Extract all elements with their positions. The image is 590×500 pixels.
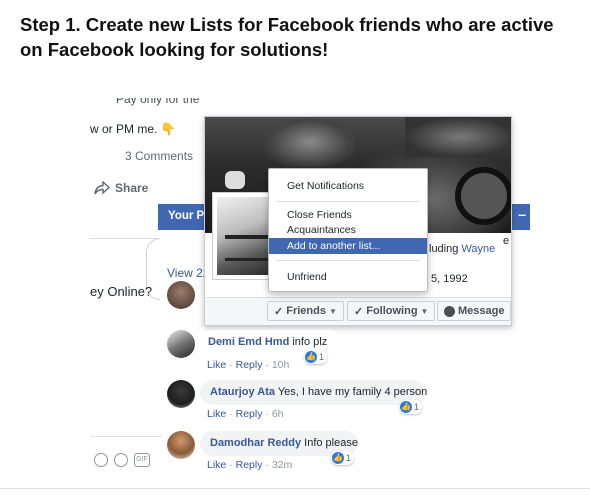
friends-dropdown-menu: Get Notifications Close Friends Acquaint… xyxy=(268,168,428,292)
comment-text: Yes, I have my family 4 person xyxy=(277,386,428,398)
thumbs-up-icon: 👍 xyxy=(400,401,412,413)
menu-divider xyxy=(275,260,421,261)
composer-icons: GIF xyxy=(94,453,150,467)
caret-down-icon: ▼ xyxy=(420,306,429,316)
reaction-count[interactable]: 👍 1 xyxy=(304,350,328,364)
post-text-pm: w or PM me. 👇 xyxy=(90,122,176,136)
hovercard-partial-text: luding xyxy=(429,243,459,255)
share-button[interactable]: Share xyxy=(94,181,148,195)
comments-count-link[interactable]: 3 Comments xyxy=(125,149,193,163)
facebook-screenshot: Pay only for the w or PM me. 👇 3 Comment… xyxy=(90,98,530,485)
separator-dot: · xyxy=(226,359,236,371)
cover-scooter-wheel xyxy=(455,167,511,225)
hovercard-mutual-link[interactable]: Wayne xyxy=(461,243,495,255)
like-link[interactable]: Like xyxy=(207,408,226,420)
message-button-label: Message xyxy=(458,305,505,317)
menu-item-close-friends[interactable]: Close Friends xyxy=(269,207,427,223)
thumbs-up-icon: 👍 xyxy=(305,351,317,363)
comment-text: Info please xyxy=(304,437,358,449)
minimize-button[interactable]: – xyxy=(518,206,526,222)
checkmark-icon: ✓ xyxy=(354,305,364,318)
thumbs-up-icon: 👍 xyxy=(332,452,344,464)
separator-dot: · xyxy=(226,459,236,471)
camera-icon[interactable] xyxy=(114,453,128,467)
reply-link[interactable]: Reply xyxy=(236,359,263,371)
friends-button[interactable]: ✓ Friends ▼ xyxy=(267,301,344,321)
commenter-name[interactable]: Demi Emd Hmd xyxy=(208,336,289,348)
post-pm-text: w or PM me. xyxy=(90,122,158,136)
reply-link[interactable]: Reply xyxy=(236,408,263,420)
commenter-name[interactable]: Damodhar Reddy xyxy=(210,437,301,449)
comment-timestamp[interactable]: 32m xyxy=(272,459,292,471)
comment-actions: Like · Reply · 6h xyxy=(207,408,284,420)
pointing-hand-icon: 👇 xyxy=(160,122,176,136)
hovercard-edge-text: e xyxy=(503,235,510,247)
gif-icon[interactable]: GIF xyxy=(134,453,150,467)
comment-actions: Like · Reply · 10h xyxy=(207,359,289,371)
comment-timestamp[interactable]: 10h xyxy=(272,359,290,371)
comment-text: info plz xyxy=(292,336,328,348)
comment-timestamp[interactable]: 6h xyxy=(272,408,284,420)
separator-dot: · xyxy=(262,359,272,371)
reply-link[interactable]: Reply xyxy=(236,459,263,471)
hovercard-mutual-text: luding Wayne xyxy=(429,243,495,255)
friends-button-label: Friends xyxy=(286,305,326,317)
reaction-count[interactable]: 👍 1 xyxy=(399,400,423,414)
divider xyxy=(90,436,162,437)
avatar[interactable] xyxy=(167,431,195,459)
menu-divider xyxy=(275,201,421,202)
separator-dot: · xyxy=(262,408,272,420)
emoji-icon[interactable] xyxy=(94,453,108,467)
divider xyxy=(0,488,590,489)
caret-down-icon: ▼ xyxy=(328,306,337,316)
message-button[interactable]: Message xyxy=(437,301,512,321)
following-button-label: Following xyxy=(366,305,418,317)
comment-actions: Like · Reply · 32m xyxy=(207,459,292,471)
sticker-icon xyxy=(225,171,245,189)
comment-bubble: Ataurjoy Ata Yes, I have my family 4 per… xyxy=(200,380,428,405)
reaction-number: 1 xyxy=(414,402,420,412)
reaction-number: 1 xyxy=(319,352,325,362)
menu-item-get-notifications[interactable]: Get Notifications xyxy=(269,178,427,194)
divider xyxy=(90,238,160,239)
post-question-fragment: ey Online? xyxy=(90,284,153,299)
cover-shape xyxy=(405,117,511,157)
commenter-name[interactable]: Ataurjoy Ata xyxy=(210,386,275,398)
page-heading: Step 1. Create new Lists for Facebook fr… xyxy=(20,14,554,60)
post-text-fragment: Pay only for the xyxy=(116,98,200,106)
hovercard-date-text: 5, 1992 xyxy=(431,273,468,285)
checkmark-icon: ✓ xyxy=(274,305,284,318)
cover-shape xyxy=(265,117,355,167)
avatar[interactable] xyxy=(167,330,195,358)
messenger-icon xyxy=(444,305,455,317)
menu-item-add-to-another-list[interactable]: Add to another list... xyxy=(269,238,427,254)
like-link[interactable]: Like xyxy=(207,459,226,471)
separator-dot: · xyxy=(262,459,272,471)
share-label: Share xyxy=(115,181,149,195)
like-link[interactable]: Like xyxy=(207,359,226,371)
separator-dot: · xyxy=(226,408,236,420)
reaction-number: 1 xyxy=(346,453,352,463)
menu-item-acquaintances[interactable]: Acquaintances xyxy=(269,222,427,238)
avatar[interactable] xyxy=(167,380,195,408)
menu-item-unfriend[interactable]: Unfriend xyxy=(269,269,427,285)
following-button[interactable]: ✓ Following ▼ xyxy=(347,301,436,321)
share-arrow-icon xyxy=(94,181,110,195)
reaction-count[interactable]: 👍 1 xyxy=(331,451,355,465)
avatar[interactable] xyxy=(167,281,195,309)
